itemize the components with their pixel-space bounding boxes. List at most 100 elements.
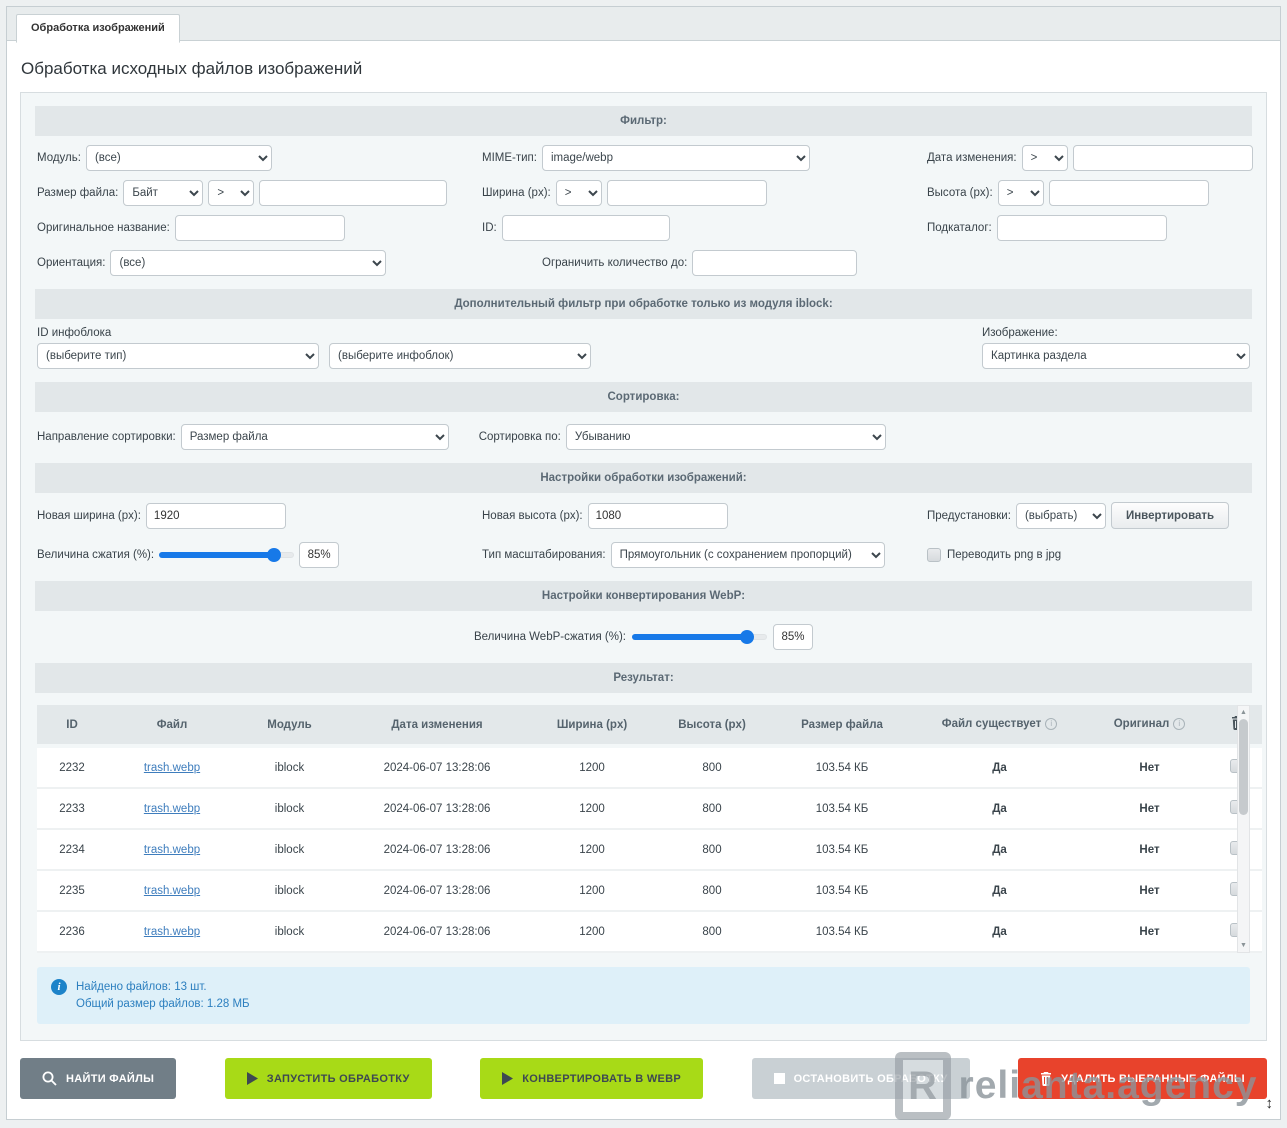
- new-height-input[interactable]: [588, 503, 728, 529]
- slider-thumb[interactable]: [740, 630, 754, 644]
- id-field: ID:: [482, 215, 927, 241]
- module-select[interactable]: (все): [86, 145, 272, 171]
- cell-height: 800: [652, 829, 772, 870]
- find-files-button[interactable]: НАЙТИ ФАЙЛЫ: [20, 1058, 176, 1099]
- presets-select[interactable]: (выбрать): [1016, 503, 1106, 529]
- scroll-up-icon[interactable]: ▲: [1240, 706, 1247, 719]
- scrollbar-thumb[interactable]: [1239, 719, 1248, 815]
- date-field: Дата изменения: >: [927, 145, 1253, 171]
- new-width-input[interactable]: [146, 503, 286, 529]
- tab-strip: Обработка изображений: [7, 7, 1280, 41]
- invert-button[interactable]: Инвертировать: [1111, 502, 1229, 529]
- table-row: 2232 trash.webp iblock 2024-06-07 13:28:…: [37, 746, 1262, 788]
- mime-select[interactable]: image/webp: [542, 145, 810, 171]
- filesize-input[interactable]: [259, 180, 447, 206]
- result-table-body: 2232 trash.webp iblock 2024-06-07 13:28:…: [37, 746, 1262, 952]
- cell-module: iblock: [237, 870, 342, 911]
- filesize-operator-select[interactable]: >: [208, 180, 254, 206]
- orientation-label: Ориентация:: [37, 257, 105, 269]
- subdir-label: Подкаталог:: [927, 222, 992, 234]
- cell-original: Нет: [1087, 788, 1212, 829]
- cell-original: Нет: [1087, 870, 1212, 911]
- file-link[interactable]: trash.webp: [144, 844, 200, 856]
- cell-height: 800: [652, 911, 772, 952]
- cell-file: trash.webp: [107, 788, 237, 829]
- action-bar: НАЙТИ ФАЙЛЫ ЗАПУСТИТЬ ОБРАБОТКУ КОНВЕРТИ…: [7, 1041, 1280, 1099]
- iblock-id-label: ID инфоблока: [37, 327, 591, 339]
- webp-compression-slider[interactable]: [632, 630, 767, 644]
- compression-value-input[interactable]: [299, 542, 339, 568]
- convert-to-webp-button[interactable]: КОНВЕРТИРОВАТЬ В WEBP: [480, 1058, 703, 1099]
- cell-date: 2024-06-07 13:28:06: [342, 746, 532, 788]
- webp-compression-value-input[interactable]: [773, 624, 813, 650]
- col-original: Оригиналi: [1087, 705, 1212, 746]
- cell-id: 2235: [37, 870, 107, 911]
- scale-type-select[interactable]: Прямоугольник (с сохранением пропорций): [611, 542, 885, 568]
- limit-input[interactable]: [692, 250, 857, 276]
- height-field: Высота (px): >: [927, 180, 1250, 206]
- orientation-field: Ориентация: (все): [37, 250, 482, 276]
- file-link[interactable]: trash.webp: [144, 885, 200, 897]
- cell-size: 103.54 КБ: [772, 870, 912, 911]
- help-icon: i: [1173, 718, 1185, 730]
- presets-field: Предустановки: (выбрать) Инвертировать: [927, 502, 1250, 529]
- table-row: 2235 trash.webp iblock 2024-06-07 13:28:…: [37, 870, 1262, 911]
- cell-height: 800: [652, 746, 772, 788]
- main-form-panel: Фильтр: Модуль: (все) MIME-тип: image/we…: [20, 92, 1267, 1041]
- tab-image-processing[interactable]: Обработка изображений: [16, 14, 180, 43]
- scale-type-label: Тип масштабирования:: [482, 549, 606, 561]
- scroll-down-icon[interactable]: ▼: [1240, 939, 1247, 952]
- date-operator-select[interactable]: >: [1022, 145, 1068, 171]
- limit-field: Ограничить количество до:: [482, 250, 927, 276]
- result-table: ID Файл Модуль Дата изменения Ширина (px…: [37, 705, 1262, 953]
- date-input[interactable]: [1073, 145, 1253, 171]
- iblock-select[interactable]: (выберите инфоблок): [329, 343, 591, 369]
- filesize-field: Размер файла: Байт >: [37, 180, 482, 206]
- width-operator-select[interactable]: >: [556, 180, 602, 206]
- png-to-jpg-field: Переводить png в jpg: [927, 548, 1250, 562]
- col-size: Размер файла: [772, 705, 912, 746]
- slider-thumb[interactable]: [267, 548, 281, 562]
- play-icon: [502, 1072, 513, 1085]
- original-name-input[interactable]: [175, 215, 345, 241]
- height-input[interactable]: [1049, 180, 1209, 206]
- cell-width: 1200: [532, 746, 652, 788]
- cell-width: 1200: [532, 829, 652, 870]
- start-processing-button[interactable]: ЗАПУСТИТЬ ОБРАБОТКУ: [225, 1058, 432, 1099]
- filesize-unit-select[interactable]: Байт: [123, 180, 203, 206]
- sort-direction-select[interactable]: Размер файла: [181, 424, 449, 450]
- height-operator-select[interactable]: >: [998, 180, 1044, 206]
- sort-by-label: Сортировка по:: [479, 431, 561, 443]
- table-row: 2233 trash.webp iblock 2024-06-07 13:28:…: [37, 788, 1262, 829]
- sort-direction-label: Направление сортировки:: [37, 431, 176, 443]
- filesize-label: Размер файла:: [37, 187, 118, 199]
- width-input[interactable]: [607, 180, 767, 206]
- cell-size: 103.54 КБ: [772, 746, 912, 788]
- module-label: Модуль:: [37, 152, 81, 164]
- cell-id: 2232: [37, 746, 107, 788]
- date-label: Дата изменения:: [927, 152, 1017, 164]
- table-scrollbar[interactable]: ▲ ▼: [1237, 705, 1250, 953]
- file-link[interactable]: trash.webp: [144, 762, 200, 774]
- cell-height: 800: [652, 788, 772, 829]
- cell-width: 1200: [532, 911, 652, 952]
- stop-icon: [774, 1073, 785, 1084]
- iblock-type-select[interactable]: (выберите тип): [37, 343, 319, 369]
- orientation-select[interactable]: (все): [110, 250, 386, 276]
- mime-field: MIME-тип: image/webp: [482, 145, 927, 171]
- sort-by-select[interactable]: Убыванию: [566, 424, 886, 450]
- cell-original: Нет: [1087, 746, 1212, 788]
- id-input[interactable]: [502, 215, 670, 241]
- cell-size: 103.54 КБ: [772, 788, 912, 829]
- png-to-jpg-checkbox[interactable]: [927, 548, 941, 562]
- delete-selected-button[interactable]: УДАЛИТЬ ВЫБРАННЫЕ ФАЙЛЫ: [1018, 1058, 1267, 1099]
- webp-compression-label: Величина WebP-сжатия (%):: [474, 631, 626, 643]
- compression-slider[interactable]: [159, 548, 294, 562]
- image-kind-label: Изображение:: [982, 327, 1250, 339]
- subdir-input[interactable]: [997, 215, 1167, 241]
- file-link[interactable]: trash.webp: [144, 926, 200, 938]
- stop-processing-button[interactable]: ОСТАНОВИТЬ ОБРАБОТКУ: [752, 1058, 970, 1099]
- file-link[interactable]: trash.webp: [144, 803, 200, 815]
- webp-section-header: Настройки конвертирования WebP:: [35, 581, 1252, 611]
- image-kind-select[interactable]: Картинка раздела: [982, 343, 1250, 369]
